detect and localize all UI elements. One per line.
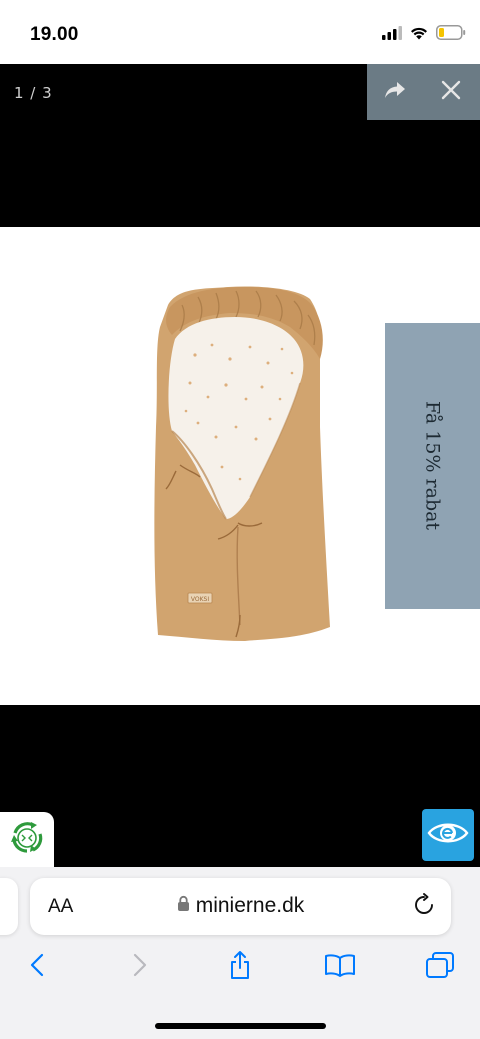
- share-button[interactable]: [367, 64, 423, 120]
- lock-icon: [177, 895, 190, 917]
- forward-button[interactable]: [118, 947, 162, 987]
- bookmarks-icon: [324, 953, 356, 982]
- battery-icon: [436, 25, 466, 45]
- reload-button[interactable]: [413, 893, 435, 922]
- status-bar: 19.00: [0, 0, 480, 64]
- url-domain: minierne.dk: [195, 894, 305, 917]
- image-counter: 1 / 3: [14, 84, 53, 102]
- tabs-icon: [425, 951, 455, 984]
- eye-badge[interactable]: [422, 809, 474, 861]
- recycle-badge[interactable]: [0, 812, 54, 868]
- tabs-button[interactable]: [418, 947, 462, 987]
- browser-toolbar: [0, 947, 480, 987]
- brand-tag-text: VOKSI: [191, 596, 209, 603]
- status-time: 19.00: [30, 24, 79, 45]
- recycle-icon: [7, 818, 47, 863]
- signal-icon: [382, 25, 402, 45]
- back-button[interactable]: [15, 947, 59, 987]
- back-icon: [30, 953, 44, 982]
- address-bar[interactable]: AA minierne.dk: [30, 878, 451, 935]
- browser-bar: AA minierne.dk: [0, 867, 480, 1039]
- reload-icon: [413, 893, 435, 921]
- bookmarks-button[interactable]: [318, 947, 362, 987]
- share-page-icon: [228, 950, 252, 985]
- status-icons: [382, 24, 466, 46]
- previous-tab-stub[interactable]: [0, 878, 18, 935]
- close-button[interactable]: [423, 64, 479, 120]
- url-display: minierne.dk: [30, 894, 451, 918]
- discount-tab[interactable]: Få 15% rabat: [385, 323, 480, 609]
- wifi-icon: [410, 26, 428, 45]
- home-indicator: [155, 1023, 326, 1029]
- forward-icon: [133, 953, 147, 982]
- lightbox-actions: [367, 64, 480, 120]
- discount-label: Få 15% rabat: [421, 401, 444, 531]
- lightbox-header: 1 / 3: [0, 64, 480, 227]
- eye-icon: [427, 819, 469, 852]
- close-icon: [441, 80, 461, 105]
- share-icon: [384, 81, 406, 104]
- share-page-button[interactable]: [218, 947, 262, 987]
- lightbox-footer: [0, 705, 480, 867]
